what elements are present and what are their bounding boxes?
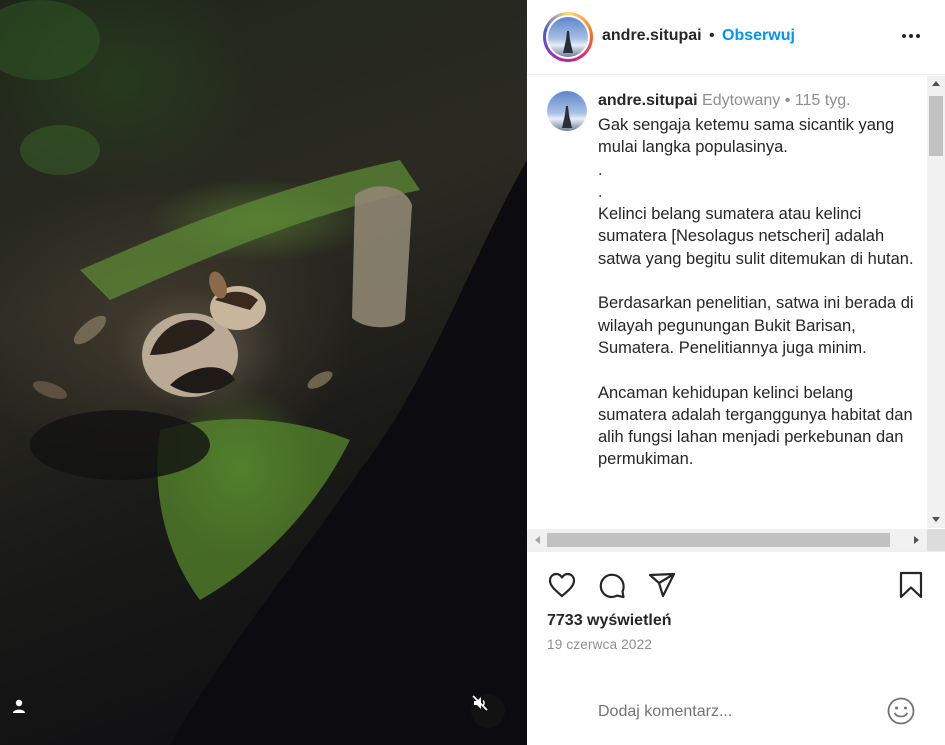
scroll-right-arrow[interactable] — [914, 536, 919, 544]
tagged-users-button[interactable] — [11, 698, 45, 732]
caption-username[interactable]: andre.situpai — [598, 92, 698, 109]
caption-line: Kelinci belang sumatera atau kelinci sum… — [598, 205, 914, 268]
post-date[interactable]: 19 czerwca 2022 — [547, 637, 652, 652]
bookmark-icon — [899, 571, 923, 599]
more-dot — [909, 34, 913, 38]
caption-separator: • — [784, 92, 791, 109]
muted-speaker-icon — [472, 695, 488, 711]
post-video[interactable] — [0, 0, 527, 745]
edited-label: Edytowany — [702, 92, 781, 109]
post-time-ago[interactable]: 115 tyg. — [795, 92, 851, 109]
scroll-up-arrow[interactable] — [932, 81, 940, 86]
caption-text: Gak sengaja ketemu sama sicantik yang mu… — [598, 114, 914, 471]
like-button[interactable] — [547, 570, 577, 600]
comment-button[interactable] — [597, 570, 627, 600]
caption-meta: andre.situpai Edytowany • 115 tyg. — [598, 92, 851, 110]
paper-plane-icon — [648, 572, 676, 598]
scroll-corner — [927, 529, 945, 551]
more-options-button[interactable] — [899, 24, 923, 48]
vertical-scroll-thumb[interactable] — [929, 96, 943, 156]
story-avatar[interactable] — [543, 12, 593, 62]
follow-button[interactable]: Obserwuj — [722, 27, 795, 45]
divider — [527, 551, 945, 552]
scroll-left-arrow[interactable] — [535, 536, 540, 544]
save-button[interactable] — [896, 570, 926, 600]
caption-line: . — [598, 160, 603, 179]
caption-line: Ancaman kehidupan kelinci belang sumater… — [598, 383, 913, 469]
share-button[interactable] — [647, 570, 677, 600]
scroll-down-arrow[interactable] — [932, 517, 940, 522]
comment-icon — [599, 573, 625, 599]
caption-line: Berdasarkan penelitian, satwa ini berada… — [598, 294, 914, 357]
caption-avatar[interactable] — [547, 91, 587, 131]
more-dot — [916, 34, 920, 38]
vertical-scrollbar[interactable] — [927, 76, 945, 528]
avatar — [548, 17, 588, 57]
horizontal-scroll-thumb[interactable] — [547, 533, 890, 547]
horizontal-scrollbar[interactable] — [527, 529, 927, 551]
caption-line: Gak sengaja ketemu sama sicantik yang mu… — [598, 116, 895, 157]
user-icon — [13, 699, 25, 713]
caption-line: . — [598, 182, 603, 201]
caption-scroll-area[interactable]: andre.situpai Edytowany • 115 tyg. Gak s… — [527, 76, 945, 552]
post-header: andre.situpai • Obserwuj — [527, 0, 945, 75]
mute-button[interactable] — [471, 694, 505, 728]
header-separator: • — [709, 27, 715, 44]
comment-input[interactable] — [598, 700, 868, 724]
more-horizontal-icon — [902, 34, 906, 38]
views-count[interactable]: 7733 wyświetleń — [547, 612, 672, 630]
video-frame — [0, 0, 527, 745]
header-username[interactable]: andre.situpai — [602, 27, 702, 45]
emoji-button[interactable] — [886, 696, 916, 726]
heart-icon — [548, 572, 576, 598]
emoji-icon — [887, 697, 915, 725]
